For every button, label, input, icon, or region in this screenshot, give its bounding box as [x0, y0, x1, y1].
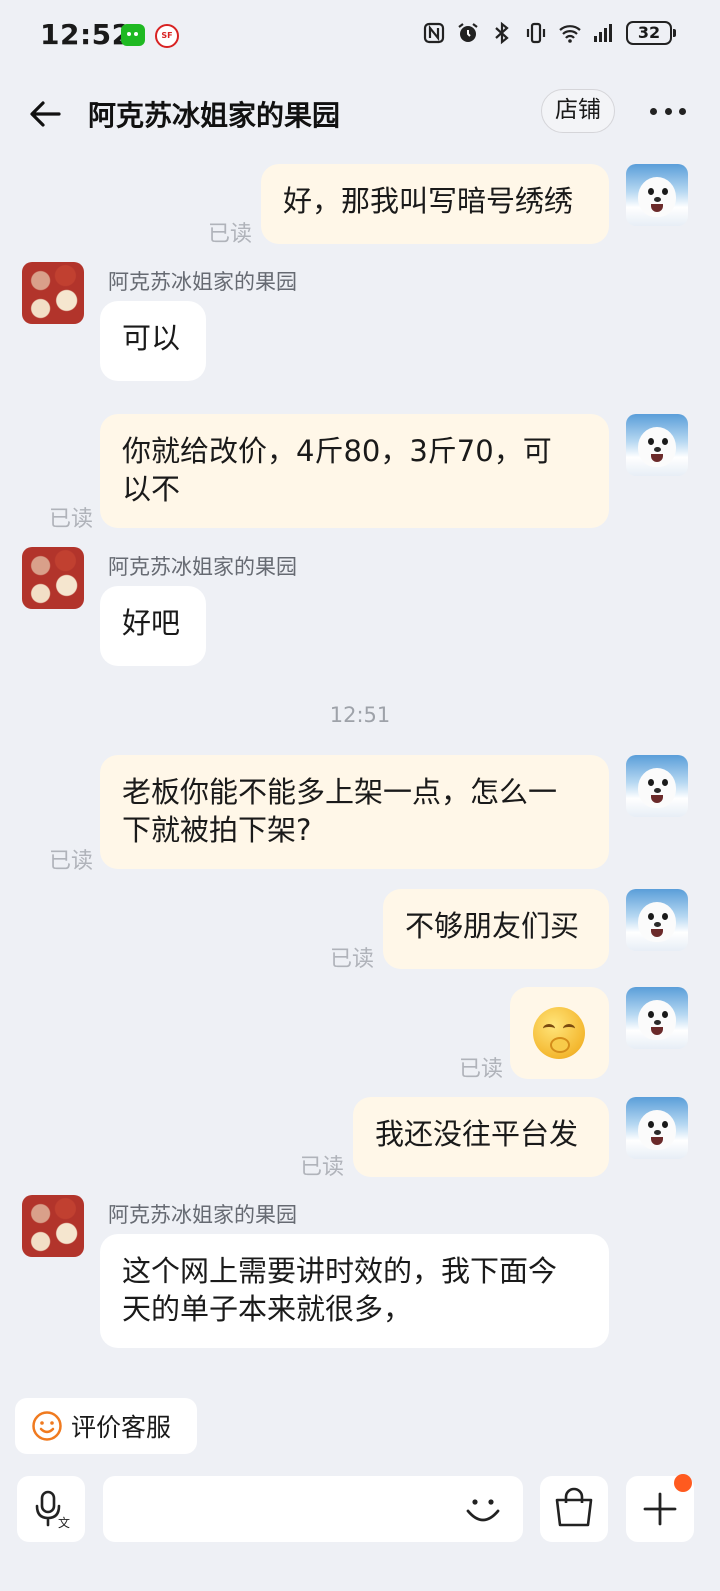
- my-avatar[interactable]: [626, 414, 688, 476]
- read-receipt: 已读: [300, 1155, 345, 1180]
- my-avatar[interactable]: [626, 755, 688, 817]
- nfc-icon: [423, 22, 445, 44]
- read-receipt: 已读: [208, 222, 253, 247]
- bluetooth-icon: [495, 21, 509, 45]
- read-receipt: 已读: [330, 947, 375, 972]
- message-bubble-outgoing[interactable]: 不够朋友们买: [383, 889, 609, 969]
- hand-over-mouth-emoji-icon: [533, 1007, 585, 1059]
- my-avatar[interactable]: [626, 164, 688, 226]
- sender-name: 阿克苏冰姐家的果园: [108, 270, 297, 294]
- vibrate-icon: [526, 22, 546, 44]
- alarm-icon: [458, 23, 478, 42]
- status-icons: 32: [422, 20, 676, 46]
- signal-icon: [594, 24, 612, 42]
- microphone-icon: 文: [35, 1490, 70, 1530]
- shop-avatar[interactable]: [22, 262, 84, 324]
- back-arrow-icon[interactable]: [25, 94, 65, 134]
- shop-button[interactable]: 店铺: [541, 89, 615, 133]
- sender-name: 阿克苏冰姐家的果园: [108, 1203, 297, 1227]
- message-bubble-incoming[interactable]: 好吧: [100, 586, 206, 666]
- read-receipt: 已读: [49, 849, 94, 874]
- rate-customer-service-button[interactable]: 评价客服: [15, 1398, 197, 1454]
- shopping-bag-icon: [555, 1487, 593, 1527]
- read-receipt: 已读: [459, 1057, 504, 1082]
- shop-avatar[interactable]: [22, 1195, 84, 1257]
- chat-header: 阿克苏冰姐家的果园 店铺: [0, 80, 720, 150]
- emoji-picker-icon[interactable]: [462, 1488, 504, 1530]
- status-time: 12:52: [40, 18, 132, 51]
- shop-avatar[interactable]: [22, 547, 84, 609]
- my-avatar[interactable]: [626, 889, 688, 951]
- chat-title: 阿克苏冰姐家的果园: [88, 99, 341, 132]
- message-bubble-emoji[interactable]: [510, 987, 609, 1079]
- shopping-bag-button[interactable]: [540, 1476, 608, 1542]
- voice-input-button[interactable]: 文: [17, 1476, 85, 1542]
- message-timestamp: 12:51: [329, 703, 391, 727]
- message-bubble-outgoing[interactable]: 老板你能不能多上架一点，怎么一 下就被拍下架?: [100, 755, 609, 869]
- smiley-rating-icon: [32, 1411, 62, 1441]
- sf-express-notification-icon: SF: [155, 24, 179, 48]
- sender-name: 阿克苏冰姐家的果园: [108, 555, 297, 579]
- svg-text:文: 文: [58, 1515, 70, 1530]
- message-bubble-incoming[interactable]: 这个网上需要讲时效的，我下面今 天的单子本来就很多，: [100, 1234, 609, 1348]
- message-bubble-outgoing[interactable]: 好，那我叫写暗号绣绣: [261, 164, 609, 244]
- status-bar: 12:52 SF 32: [0, 0, 720, 70]
- wechat-notification-icon: [121, 24, 145, 46]
- more-options-icon[interactable]: [650, 108, 686, 116]
- notification-badge: [674, 1474, 692, 1492]
- read-receipt: 已读: [49, 507, 94, 532]
- my-avatar[interactable]: [626, 1097, 688, 1159]
- rate-button-label: 评价客服: [71, 1413, 172, 1442]
- wifi-icon: [559, 25, 581, 43]
- input-bar: 文: [0, 1470, 720, 1591]
- my-avatar[interactable]: [626, 987, 688, 1049]
- message-bubble-incoming[interactable]: 可以: [100, 301, 206, 381]
- battery-icon: 32: [626, 21, 676, 45]
- message-input[interactable]: [103, 1476, 523, 1542]
- message-bubble-outgoing[interactable]: 你就给改价，4斤80，3斤70，可 以不: [100, 414, 609, 528]
- message-bubble-outgoing[interactable]: 我还没往平台发: [353, 1097, 609, 1177]
